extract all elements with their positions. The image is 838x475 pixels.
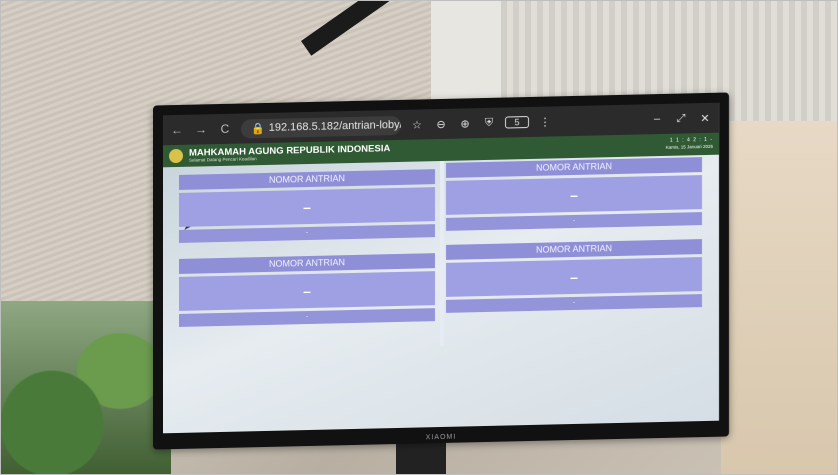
minimize-icon[interactable]: – <box>649 113 665 125</box>
tv-screen: ← → C 🔒 192.168.5.182/antrian-loby/d... … <box>163 102 719 434</box>
queue-label: NOMOR ANTRIAN <box>179 169 435 190</box>
queue-footer: - <box>179 308 435 327</box>
queue-label: NOMOR ANTRIAN <box>179 253 435 274</box>
queue-panel-1: NOMOR ANTRIAN – - <box>179 169 435 243</box>
address-url: 192.168.5.182/antrian-loby/d... <box>268 118 401 134</box>
queue-footer: - <box>446 294 702 313</box>
restore-icon[interactable]: ⤢ <box>673 112 689 125</box>
panel-divider <box>440 160 444 347</box>
queue-content: ➤ NOMOR ANTRIAN – - NOMOR ANTRIAN – - NO… <box>163 154 719 434</box>
queue-number: – <box>179 187 435 227</box>
shield-icon[interactable]: ⛨ <box>481 116 497 129</box>
queue-footer: - <box>446 212 702 231</box>
star-icon[interactable]: ☆ <box>409 118 425 131</box>
television: ← → C 🔒 192.168.5.182/antrian-loby/d... … <box>153 92 729 450</box>
address-bar[interactable]: 🔒 192.168.5.182/antrian-loby/d... <box>241 115 401 139</box>
reload-icon[interactable]: C <box>217 122 233 136</box>
queue-panel-4: NOMOR ANTRIAN – - <box>446 239 702 313</box>
queue-footer: - <box>179 224 435 243</box>
clock: 1 1 : 4 2 : 1 - Kamis, 15 Januari 2026 <box>665 137 713 151</box>
lock-icon: 🔒 <box>251 122 265 135</box>
clock-date: Kamis, 15 Januari 2026 <box>665 144 713 151</box>
wall-right <box>721 121 837 474</box>
queue-number: – <box>179 271 435 311</box>
zoom-in-icon[interactable]: ⊕ <box>457 117 473 130</box>
queue-number: – <box>446 175 702 215</box>
tab-count[interactable]: 5 <box>505 116 529 129</box>
forward-arrow-icon[interactable]: → <box>193 122 209 136</box>
queue-label: NOMOR ANTRIAN <box>446 239 702 260</box>
plants <box>1 301 171 474</box>
clock-time: 1 1 : 4 2 : 1 - <box>669 137 713 145</box>
queue-panel-2: NOMOR ANTRIAN – - <box>446 157 702 231</box>
queue-label: NOMOR ANTRIAN <box>446 157 702 178</box>
more-vert-icon[interactable]: ⋮ <box>537 115 553 128</box>
photo-frame: ← → C 🔒 192.168.5.182/antrian-loby/d... … <box>0 0 838 475</box>
queue-number: – <box>446 257 702 297</box>
back-arrow-icon[interactable]: ← <box>169 123 185 137</box>
zoom-out-icon[interactable]: ⊖ <box>433 117 449 130</box>
close-icon[interactable]: ✕ <box>697 111 713 124</box>
queue-panel-3: NOMOR ANTRIAN – - <box>179 253 435 327</box>
mahkamah-logo <box>169 148 183 164</box>
